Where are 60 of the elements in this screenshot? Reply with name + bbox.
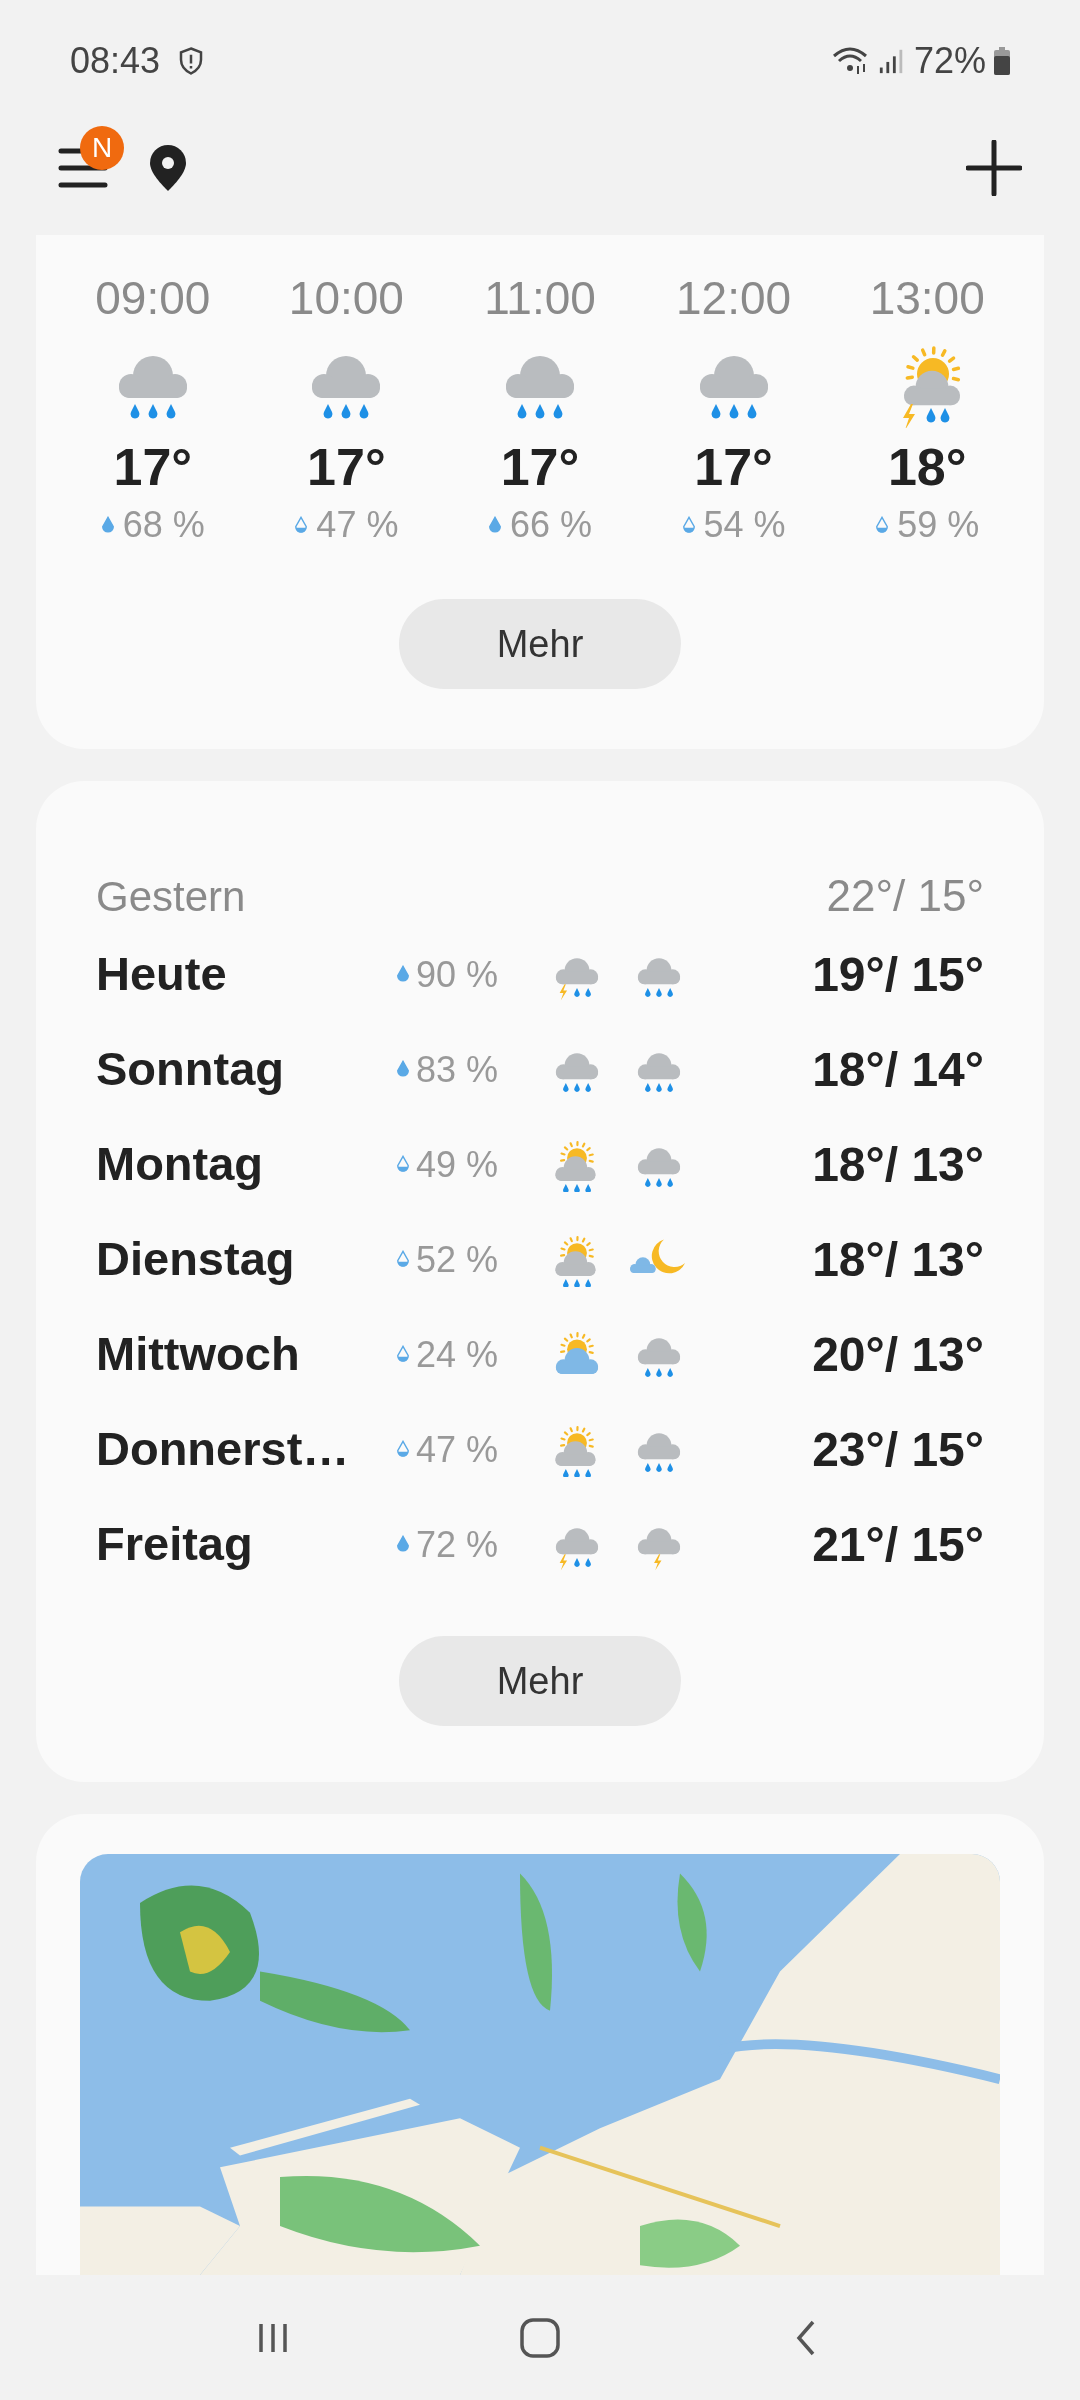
notification-badge: N bbox=[80, 125, 124, 170]
precipitation-chance: 52 % bbox=[416, 1237, 499, 1282]
home-icon[interactable] bbox=[518, 2315, 562, 2360]
drop-icon bbox=[396, 1250, 410, 1269]
yesterday-temperatures: 22°/ 15° bbox=[826, 870, 984, 922]
hour-time: 10:00 bbox=[288, 275, 404, 321]
precipitation-chance: 59 % bbox=[897, 507, 980, 543]
day-temperatures: 19°/ 15° bbox=[812, 946, 984, 1003]
day-temperatures: 18°/ 13° bbox=[812, 1136, 984, 1193]
day-temperatures: 21°/ 15° bbox=[812, 1516, 984, 1573]
add-icon[interactable] bbox=[966, 139, 1022, 196]
day-temperatures: 18°/ 13° bbox=[812, 1231, 984, 1288]
hour-temperature: 18° bbox=[887, 441, 967, 493]
more-button[interactable]: Mehr bbox=[399, 599, 681, 689]
hour-time: 12:00 bbox=[676, 275, 792, 321]
status-time: 08:43 bbox=[70, 39, 161, 83]
more-button[interactable]: Mehr bbox=[399, 1636, 681, 1726]
precipitation-chance: 47 % bbox=[316, 507, 399, 543]
drop-icon bbox=[681, 515, 696, 535]
day-temperatures: 18°/ 14° bbox=[812, 1041, 984, 1098]
drop-icon bbox=[875, 515, 890, 535]
precipitation-chance: 68 % bbox=[122, 507, 205, 543]
day-name: Freitag bbox=[96, 1516, 254, 1573]
hour-temperature: 17° bbox=[694, 441, 773, 493]
drop-icon bbox=[396, 1060, 410, 1079]
location-pin-icon[interactable] bbox=[148, 142, 188, 193]
battery-percent: 72% bbox=[913, 39, 986, 83]
drop-icon bbox=[396, 1345, 410, 1364]
day-name: Heute bbox=[96, 946, 228, 1003]
day-name: Sonntag bbox=[96, 1041, 285, 1098]
precipitation-chance: 72 % bbox=[416, 1522, 499, 1567]
drop-icon bbox=[487, 515, 502, 535]
shield-icon bbox=[178, 46, 205, 76]
battery-icon bbox=[994, 47, 1010, 75]
hour-temperature: 17° bbox=[113, 441, 193, 493]
hour-time: 09:00 bbox=[95, 275, 211, 321]
precipitation-chance: 47 % bbox=[416, 1427, 499, 1472]
drop-icon bbox=[100, 515, 115, 535]
precipitation-chance: 49 % bbox=[416, 1142, 499, 1187]
hour-temperature: 17° bbox=[307, 441, 386, 493]
yesterday-label: Gestern bbox=[96, 871, 246, 922]
day-temperatures: 20°/ 13° bbox=[812, 1326, 984, 1383]
precipitation-chance: 24 % bbox=[416, 1332, 499, 1377]
drop-icon bbox=[396, 1535, 410, 1554]
day-name: Donnerst… bbox=[96, 1421, 351, 1478]
precipitation-chance: 66 % bbox=[509, 507, 592, 543]
hour-time: 11:00 bbox=[484, 275, 596, 321]
precipitation-chance: 83 % bbox=[416, 1047, 499, 1092]
day-name: Mittwoch bbox=[96, 1326, 301, 1383]
drop-icon bbox=[294, 515, 309, 535]
drop-icon bbox=[396, 1155, 410, 1174]
day-temperatures: 23°/ 15° bbox=[812, 1421, 984, 1478]
hour-temperature: 17° bbox=[500, 441, 580, 493]
drop-icon bbox=[396, 1440, 410, 1459]
day-name: Montag bbox=[96, 1136, 265, 1193]
day-name: Dienstag bbox=[96, 1231, 296, 1288]
drop-icon bbox=[396, 965, 410, 984]
precipitation-chance: 90 % bbox=[416, 952, 499, 997]
hour-time: 13:00 bbox=[869, 275, 985, 321]
precipitation-chance: 54 % bbox=[703, 507, 786, 543]
